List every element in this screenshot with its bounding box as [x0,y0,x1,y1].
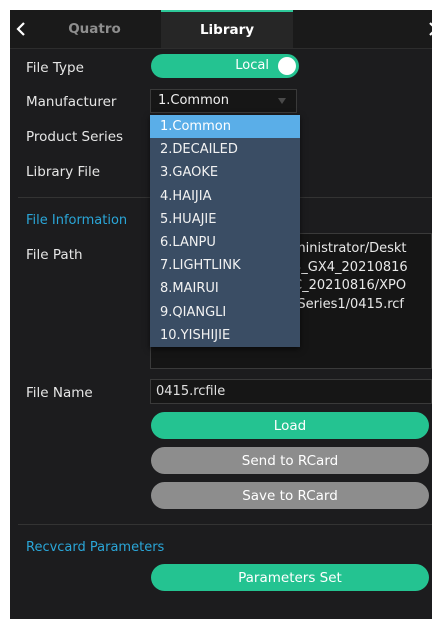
library-file-label: Library File [26,164,101,180]
file-path-label: File Path [26,247,83,263]
manufacturer-option[interactable]: 10.YISHIJIE [150,324,300,347]
divider [18,524,432,525]
manufacturer-option[interactable]: 3.GAOKE [150,161,300,184]
chevron-right-icon [429,22,432,36]
file-name-input[interactable]: 0415.rcfile [150,379,432,404]
file-information-title: File Information [26,213,128,228]
caret-down-icon [278,98,286,104]
manufacturer-option[interactable]: 4.HAIJIA [150,185,300,208]
file-path-line: C_20210816/XPO [293,278,407,293]
file-path-line: 3_GX4_20210816 [293,260,408,275]
recvcard-parameters-title: Recvcard Parameters [26,540,165,555]
file-type-toggle-label: Local [235,58,269,73]
manufacturer-select[interactable]: 1.Common [150,89,297,113]
manufacturer-option[interactable]: 6.LANPU [150,231,300,254]
manufacturer-option[interactable]: 5.HUAJIE [150,208,300,231]
manufacturer-select-value: 1.Common [158,93,229,108]
parameters-set-button[interactable]: Parameters Set [151,564,429,591]
product-series-label: Product Series [26,129,124,145]
tab-bar: Quatro Library [10,10,432,49]
manufacturer-option[interactable]: 9.QIANGLI [150,301,300,324]
manufacturer-option[interactable]: 1.Common [150,115,300,139]
toggle-knob [278,57,296,75]
file-type-label: File Type [26,60,84,76]
tab-library[interactable]: Library [161,10,293,48]
file-name-label: File Name [26,385,93,401]
manufacturer-option[interactable]: 2.DECAILED [150,138,300,161]
manufacturer-dropdown-list: 1.Common 2.DECAILED 3.GAOKE 4.HAIJIA 5.H… [150,115,300,347]
file-path-line: /Series1/0415.rcf [293,297,405,312]
manufacturer-option[interactable]: 7.LIGHTLINK [150,254,300,277]
file-path-line: ministrator/Deskt [293,241,407,256]
tab-quatro[interactable]: Quatro [32,10,157,48]
manufacturer-option[interactable]: 8.MAIRUI [150,277,300,300]
file-type-toggle[interactable]: Local [151,54,299,78]
back-button[interactable] [10,10,32,48]
load-button[interactable]: Load [151,412,429,439]
chevron-left-icon [16,22,25,36]
manufacturer-label: Manufacturer [26,94,117,110]
forward-button[interactable] [422,10,432,48]
library-panel: Quatro Library File Type Local Manufactu… [10,10,432,619]
send-to-rcard-button[interactable]: Send to RCard [151,447,429,474]
save-to-rcard-button[interactable]: Save to RCard [151,482,429,509]
